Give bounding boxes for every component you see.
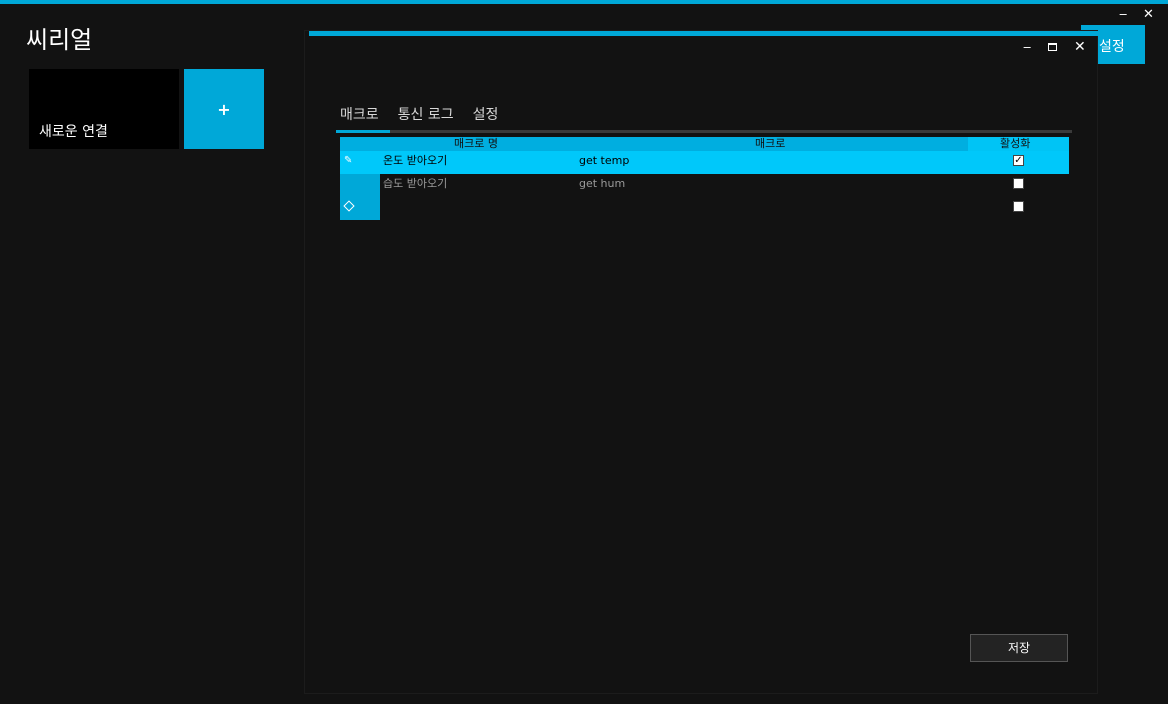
active-checkbox[interactable]: ✓ [1013,155,1024,166]
row-header[interactable] [340,174,380,197]
active-tab-indicator [336,130,390,133]
new-connection-label: 새로운 연결 [39,124,108,140]
tab-track [336,130,1072,133]
table-header: 매크로 명 매크로 활성화 [340,137,1069,151]
pencil-icon: ✎ [344,155,353,166]
dialog-close-icon[interactable]: ✕ [1074,40,1086,54]
tab-macro[interactable]: 매크로 [336,104,384,130]
macro-settings-dialog: ‒ ✕ 매크로 통신 로그 설정 매크로 명 매크로 활성화 ✎ 온도 받아오기… [304,30,1099,694]
save-button[interactable]: 저장 [970,634,1068,662]
active-checkbox[interactable] [1013,178,1024,189]
tab-comm-log[interactable]: 통신 로그 [394,104,459,130]
header-macro[interactable]: 매크로 [755,137,785,151]
macro-command-cell[interactable]: get hum [579,174,625,194]
new-row-icon [343,200,355,212]
tab-settings[interactable]: 설정 [469,104,504,130]
header-macro-name[interactable]: 매크로 명 [454,137,498,151]
close-icon[interactable]: ✕ [1143,8,1154,22]
app-top-accent-bar [0,0,1168,4]
active-checkbox[interactable] [1013,201,1024,212]
app-title: 씨리얼 [26,26,93,54]
minimize-icon[interactable]: ‒ [1119,8,1127,22]
add-connection-button[interactable]: + [184,69,264,149]
row-header[interactable] [340,197,380,220]
macro-name-cell[interactable]: 습도 받아오기 [383,174,447,194]
macro-name-cell[interactable]: 온도 받아오기 [383,151,447,171]
header-active[interactable]: 활성화 [1000,137,1030,151]
new-connection-tile[interactable]: 새로운 연결 [29,69,179,149]
macro-table: 매크로 명 매크로 활성화 ✎ 온도 받아오기 get temp ✓ 습도 받아… [340,137,1069,220]
dialog-top-accent-bar [309,31,1099,36]
macro-command-cell[interactable]: get temp [579,151,629,171]
dialog-minimize-icon[interactable]: ‒ [1023,41,1031,55]
row-header[interactable]: ✎ [340,151,380,174]
table-row[interactable]: ✎ 온도 받아오기 get temp ✓ [340,151,1069,174]
dialog-maximize-icon[interactable] [1048,41,1057,55]
table-row[interactable]: 습도 받아오기 get hum [340,174,1069,197]
dialog-tabs: 매크로 통신 로그 설정 [336,104,513,132]
table-row-new[interactable] [340,197,1069,220]
